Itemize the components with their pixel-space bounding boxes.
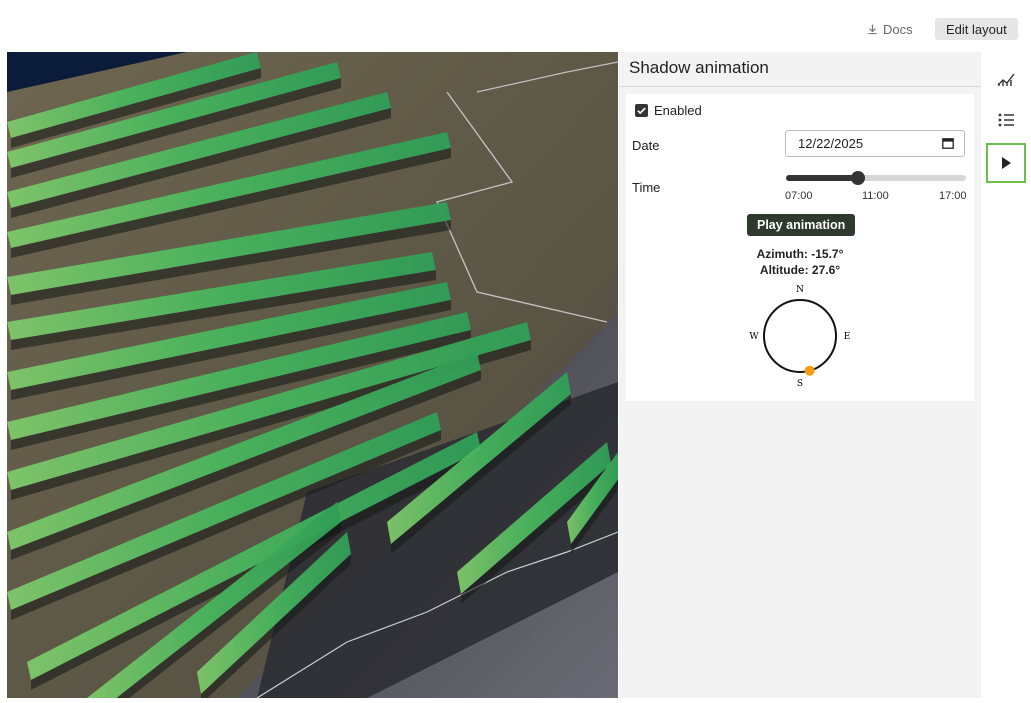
- terrain-scene[interactable]: [7, 52, 618, 698]
- play-icon: [1002, 157, 1011, 169]
- azimuth-readout: Azimuth: -15.7°: [756, 247, 844, 261]
- compass-e: E: [844, 332, 851, 342]
- top-bar: Docs Edit layout: [0, 0, 1031, 52]
- time-tick-end: 17:00: [939, 190, 967, 202]
- time-slider[interactable]: [786, 171, 966, 185]
- 3d-viewport[interactable]: [7, 52, 618, 698]
- date-input[interactable]: 12/22/2025: [785, 130, 965, 157]
- enabled-checkbox-row[interactable]: Enabled: [635, 103, 702, 118]
- time-slider-thumb[interactable]: [851, 171, 865, 185]
- enabled-label: Enabled: [654, 103, 702, 118]
- chart-panel-button[interactable]: [986, 58, 1026, 98]
- list-icon: [998, 113, 1014, 127]
- panel-divider: [619, 86, 981, 87]
- compass-s: S: [797, 379, 803, 389]
- time-slider-fill: [786, 175, 858, 181]
- shadow-animation-panel: Shadow animation Enabled Date 12/22/2025…: [619, 52, 981, 698]
- check-icon: [637, 107, 646, 115]
- shadow-settings-card: Enabled Date 12/22/2025 Time 07:00 11:00…: [626, 94, 974, 401]
- list-panel-button[interactable]: [986, 100, 1026, 140]
- enabled-checkbox[interactable]: [635, 104, 648, 117]
- edit-layout-button[interactable]: Edit layout: [935, 18, 1018, 40]
- time-tick-mid: 11:00: [862, 190, 889, 202]
- time-label: Time: [632, 180, 661, 195]
- download-icon: [868, 24, 877, 34]
- compass-n: N: [796, 285, 804, 295]
- chart-icon: [997, 73, 1015, 86]
- altitude-readout: Altitude: 27.6°: [759, 263, 841, 277]
- docs-label: Docs: [883, 21, 913, 37]
- calendar-icon[interactable]: [942, 137, 954, 149]
- date-value: 12/22/2025: [798, 136, 864, 151]
- docs-button[interactable]: Docs: [866, 18, 913, 40]
- shadow-animation-panel-button[interactable]: [986, 143, 1026, 183]
- sun-position-marker: [804, 365, 815, 376]
- panel-title: Shadow animation: [629, 58, 769, 77]
- play-animation-button[interactable]: Play animation: [747, 214, 856, 236]
- sun-compass: N S E W: [749, 285, 851, 389]
- date-label: Date: [632, 138, 660, 153]
- compass-w: W: [749, 332, 759, 342]
- time-tick-start: 07:00: [785, 190, 813, 202]
- right-tool-rail: [981, 52, 1031, 698]
